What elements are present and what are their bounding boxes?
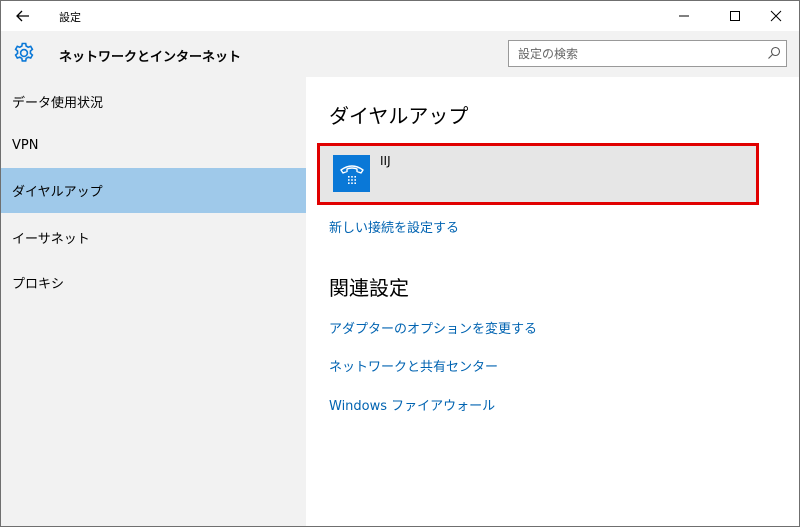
sidebar-item-label: ダイヤルアップ <box>12 185 103 200</box>
sidebar: データ使用状況 VPN ダイヤルアップ イーサネット プロキシ <box>1 77 306 526</box>
sidebar-item-dialup[interactable]: ダイヤルアップ <box>1 168 306 213</box>
main-content: ダイヤルアップ IIJ 新しい接続を設定する 関連設定 アダプターのオプションを… <box>306 77 799 526</box>
section-title: ダイヤルアップ <box>329 104 469 128</box>
sidebar-item-label: プロキシ <box>12 277 65 292</box>
app-title: 設定 <box>59 11 81 24</box>
sidebar-item-label: VPN <box>12 138 39 153</box>
page-header: ネットワークとインターネット <box>1 31 799 77</box>
maximize-button[interactable] <box>712 1 758 31</box>
close-icon <box>770 10 782 22</box>
settings-window: 設定 ネットワークとインターネット データ使用状況 <box>0 0 800 527</box>
sidebar-item-label: イーサネット <box>12 232 90 247</box>
windows-firewall-link[interactable]: Windows ファイアウォール <box>329 395 495 414</box>
connection-name: IIJ <box>380 154 391 168</box>
new-connection-link[interactable]: 新しい接続を設定する <box>329 217 459 236</box>
search-icon[interactable] <box>767 46 781 60</box>
minimize-icon <box>679 15 689 17</box>
back-button[interactable] <box>9 5 37 27</box>
gear-icon <box>14 42 34 62</box>
related-settings-title: 関連設定 <box>329 276 409 300</box>
sidebar-item-label: データ使用状況 <box>12 96 104 111</box>
search-input[interactable] <box>518 41 758 66</box>
network-sharing-center-link[interactable]: ネットワークと共有センター <box>329 356 498 375</box>
search-box[interactable] <box>508 40 787 67</box>
dialup-connection-tile[interactable]: IIJ <box>317 143 759 205</box>
sidebar-item-data-usage[interactable]: データ使用状況 <box>1 79 306 124</box>
back-arrow-icon <box>16 10 29 22</box>
dialup-phone-icon <box>333 155 370 192</box>
adapter-options-link[interactable]: アダプターのオプションを変更する <box>329 318 537 337</box>
page-title: ネットワークとインターネット <box>59 50 242 65</box>
title-bar: 設定 <box>1 1 799 31</box>
sidebar-item-ethernet[interactable]: イーサネット <box>1 215 306 260</box>
sidebar-item-vpn[interactable]: VPN <box>1 123 306 168</box>
sidebar-item-proxy[interactable]: プロキシ <box>1 260 306 305</box>
maximize-icon <box>730 11 740 21</box>
close-button[interactable] <box>753 1 799 31</box>
minimize-button[interactable] <box>661 1 707 31</box>
